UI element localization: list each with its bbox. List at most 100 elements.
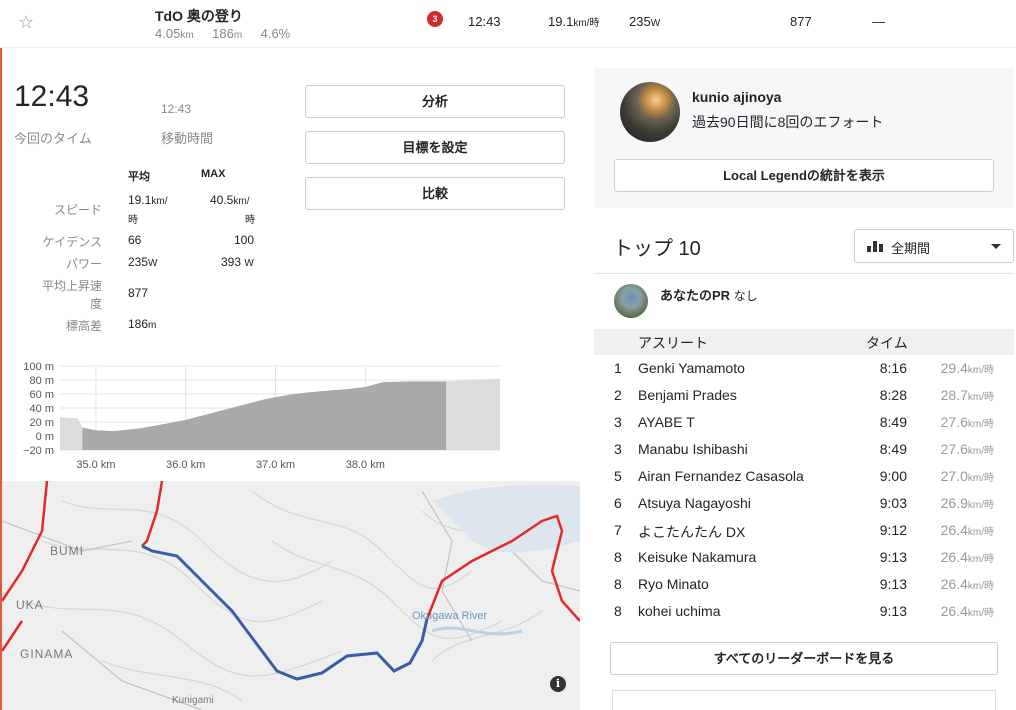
vam-avg: 877: [128, 286, 149, 300]
speed-avg: 19.1km/: [128, 193, 167, 207]
my-pr: あなたのPR なし: [660, 285, 758, 304]
leaderboard-row[interactable]: 5 Airan Fernandez Casasola 9:00 27.0km/時: [594, 463, 1014, 490]
row-speed-value: 26.4: [940, 549, 968, 565]
elevation-chart[interactable]: 100 m 80 m 60 m 40 m 20 m 0 m −20 m 35.0 km 36.…: [14, 358, 514, 473]
row-speed: 26.4km/時: [914, 522, 994, 538]
leaderboard-row[interactable]: 2 Benjami Prades 8:28 28.7km/時: [594, 382, 1014, 409]
row-speed-value: 26.4: [940, 603, 968, 619]
map-label-kunigami: Kunigami: [172, 695, 214, 706]
row-time: 8:49: [879, 441, 907, 457]
leaderboard-row[interactable]: 1 Genki Yamamoto 8:16 29.4km/時: [594, 355, 1014, 382]
speed-avg-value: 19.1: [128, 193, 152, 207]
map-canvas: [2, 481, 580, 710]
map-label-ginama: GINAMA: [20, 647, 74, 661]
segment-effort-row[interactable]: [0, 0, 1016, 48]
row-speed: 27.6km/時: [914, 414, 994, 430]
row-speed-unit: km/時: [967, 365, 994, 376]
elevation-x-tick: 35.0 km: [76, 459, 115, 471]
row-time: 8:16: [879, 360, 907, 376]
col-time: タイム: [866, 335, 908, 351]
row-athlete-name[interactable]: Manabu Ishibashi: [638, 441, 748, 457]
row-athlete-name[interactable]: AYABE T: [638, 414, 695, 430]
view-all-leaderboards-button[interactable]: すべてのリーダーボードを見る: [610, 642, 998, 675]
row-athlete-name[interactable]: Benjami Prades: [638, 387, 737, 403]
row-speed-unit: km/時: [967, 446, 994, 457]
local-legend-avatar[interactable]: [620, 82, 680, 142]
row-speed: 26.9km/時: [914, 495, 994, 511]
leaderboard-row[interactable]: 7 よこたんたん DX 9:12 26.4km/時: [594, 517, 1014, 544]
row-time: 8:49: [879, 414, 907, 430]
elevation-y-ticks: 100 m 80 m 60 m 40 m 20 m 0 m −20 m: [23, 361, 54, 457]
elevation-x-tick: 36.0 km: [166, 459, 205, 471]
row-speed-value: 28.7: [940, 387, 968, 403]
row-athlete-name[interactable]: Airan Fernandez Casasola: [638, 468, 804, 484]
segment-elevation: 186: [212, 26, 234, 41]
row-time: 9:03: [879, 495, 907, 511]
power-avg: 235W: [128, 255, 157, 269]
set-goal-button[interactable]: 目標を設定: [305, 131, 565, 164]
speed-avg-unit: km/: [151, 196, 168, 207]
segment-name[interactable]: TdO 奥の登り: [155, 6, 243, 26]
chevron-down-icon: [991, 244, 1001, 249]
row-speed: 26.4km/時: [914, 603, 994, 619]
leaderboard-filter-dropdown[interactable]: 全期間: [854, 229, 1014, 263]
row-athlete-name[interactable]: Ryo Minato: [638, 576, 709, 592]
effort-heartrate: —: [872, 14, 885, 29]
elevation-area-segment: [82, 381, 447, 450]
elevation-y-tick: 40 m: [30, 403, 54, 415]
leaderboard-row[interactable]: 8 Ryo Minato 9:13 26.4km/時: [594, 571, 1014, 598]
row-rank: 1: [614, 360, 622, 376]
leaderboard-row[interactable]: 8 Keisuke Nakamura 9:13 26.4km/時: [594, 544, 1014, 571]
local-legend-efforts: 過去90日間に8回のエフォート: [692, 114, 884, 130]
col-max: MAX: [201, 168, 226, 180]
row-speed-unit: km/時: [967, 392, 994, 403]
row-athlete-name[interactable]: kohei uchima: [638, 603, 721, 619]
leaderboard-filter-value: 全期間: [891, 241, 931, 256]
map-label-bumi: BUMI: [50, 544, 84, 558]
route-red-left-2: [2, 620, 24, 652]
info-icon[interactable]: i: [550, 676, 566, 692]
speed-unit: km/時: [573, 18, 600, 29]
achievement-badge: 3: [427, 11, 443, 27]
star-icon[interactable]: ☆: [18, 12, 34, 33]
effort-power-value: 235: [629, 14, 651, 29]
row-speed: 29.4km/時: [914, 360, 994, 376]
row-athlete-name[interactable]: Keisuke Nakamura: [638, 549, 756, 565]
row-rank: 2: [614, 387, 622, 403]
power-unit: W: [650, 18, 661, 29]
leaderboard-row[interactable]: 8 kohei uchima 9:13 26.4km/時: [594, 598, 1014, 625]
elevation-y-tick: 0 m: [36, 431, 54, 443]
leaderboard-row[interactable]: 3 Manabu Ishibashi 8:49 27.6km/時: [594, 436, 1014, 463]
row-athlete-name[interactable]: Atsuya Nagayoshi: [638, 495, 751, 511]
compare-button[interactable]: 比較: [305, 177, 565, 210]
effort-vam: 877: [790, 14, 812, 29]
moving-label: 移動時間: [161, 131, 214, 146]
moving-time: 12:43: [161, 102, 192, 116]
my-avatar: [614, 284, 648, 318]
cadence-avg: 66: [128, 233, 142, 247]
map-label-uka: UKA: [16, 598, 44, 612]
analyze-button[interactable]: 分析: [305, 85, 565, 118]
segment-map[interactable]: BUMI UKA GINAMA Okugawa River Kunigami i: [2, 481, 580, 710]
col-athlete: アスリート: [638, 335, 708, 351]
elev-diff-label: 標高差: [65, 319, 102, 333]
leaderboard-row[interactable]: 3 AYABE T 8:49 27.6km/時: [594, 409, 1014, 436]
elevation-y-tick: 80 m: [30, 375, 54, 387]
local-legend-stats-button[interactable]: Local Legendの統計を表示: [614, 159, 994, 192]
power-max-value: 393: [221, 255, 242, 269]
row-athlete-name[interactable]: Genki Yamamoto: [638, 360, 745, 376]
row-speed-value: 26.4: [940, 522, 968, 538]
local-legend-name[interactable]: kunio ajinoya: [692, 89, 781, 105]
row-athlete-name[interactable]: よこたんたん DX: [638, 522, 745, 542]
row-rank: 8: [614, 603, 622, 619]
effort-time: 12:43: [468, 14, 501, 29]
effort-power: 235W: [629, 14, 660, 29]
row-speed-value: 29.4: [940, 360, 968, 376]
elev-diff-number: 186: [128, 317, 149, 331]
route-red-left: [2, 481, 49, 602]
row-rank: 8: [614, 576, 622, 592]
leaderboard-row[interactable]: 6 Atsuya Nagayoshi 9:03 26.9km/時: [594, 490, 1014, 517]
elevation-unit: m: [233, 30, 243, 41]
row-time: 9:13: [879, 603, 907, 619]
elevation-y-tick: 60 m: [30, 389, 54, 401]
